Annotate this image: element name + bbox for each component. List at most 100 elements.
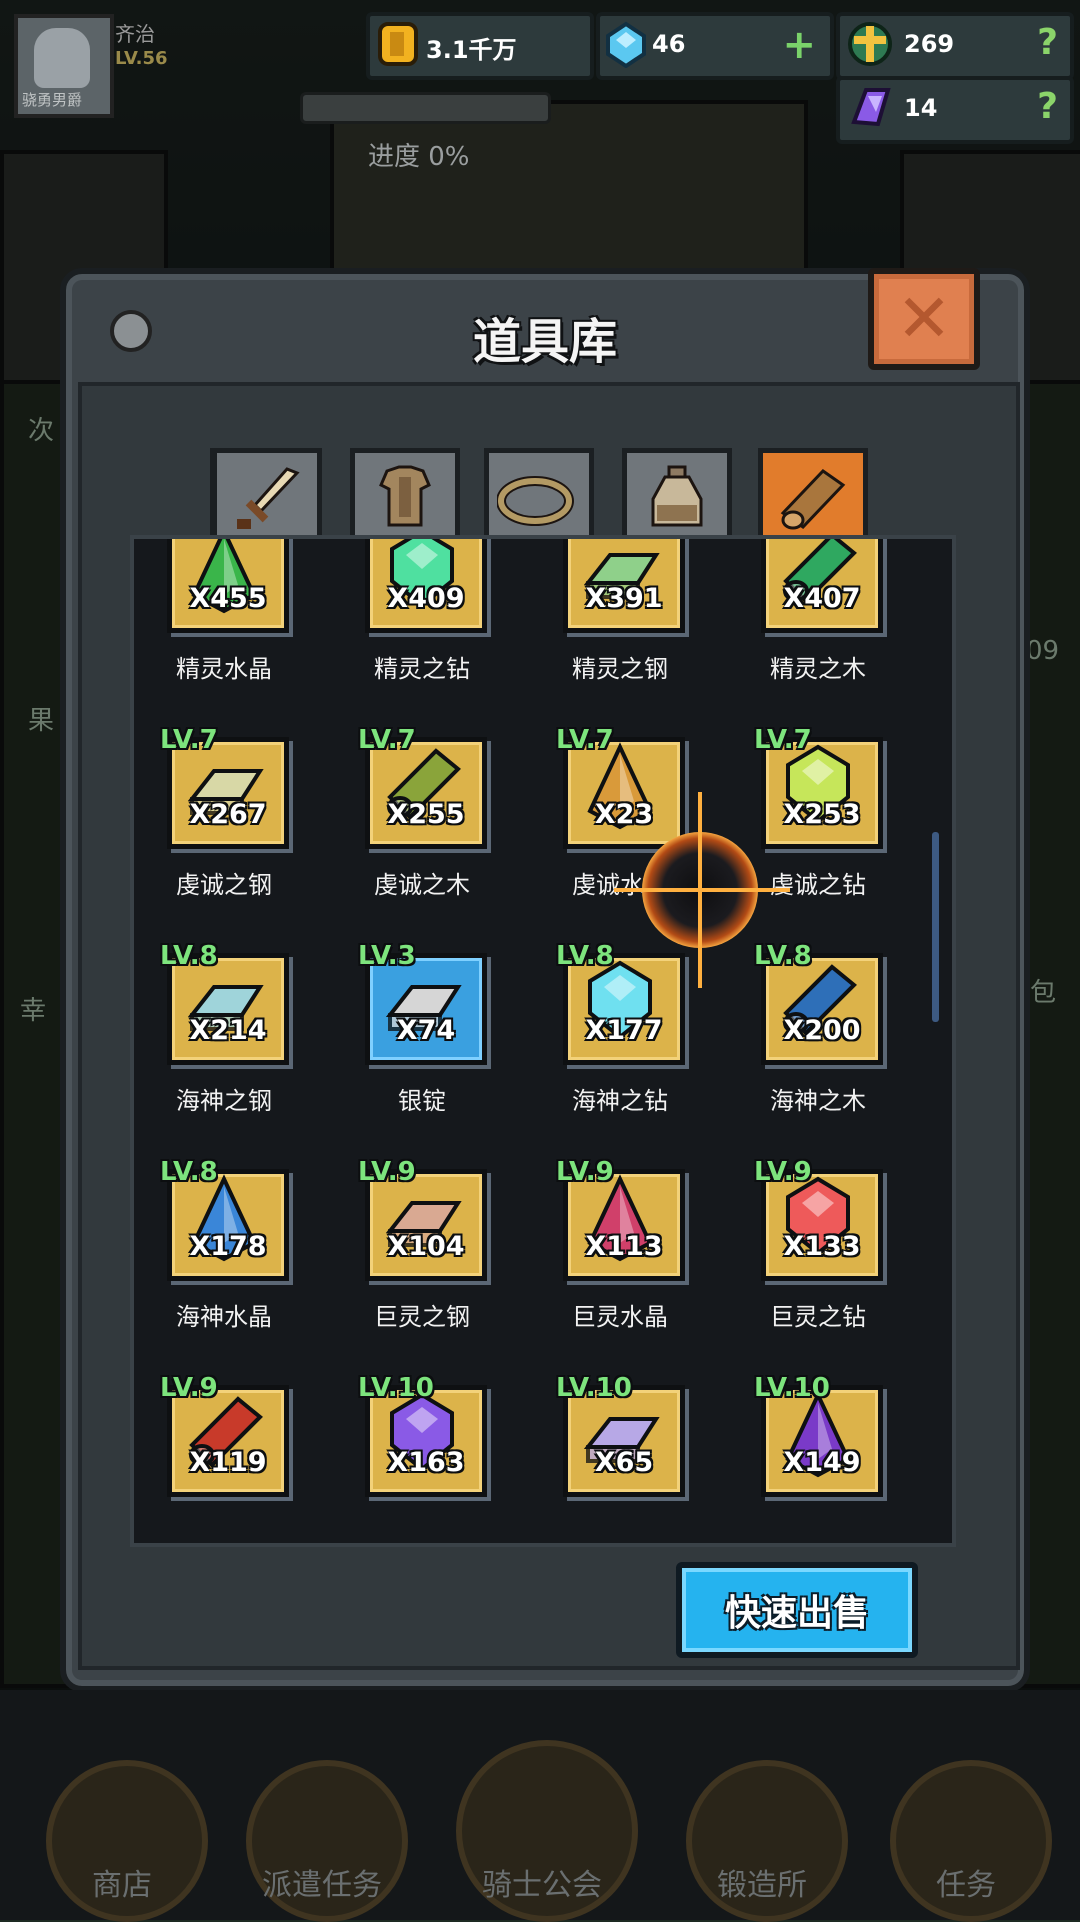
nav-quest-label: 任务 [936, 1868, 996, 1903]
inventory-item[interactable]: LV.8 X177 海神之钻 [530, 941, 700, 1163]
item-count: X200 [783, 1015, 861, 1046]
add-gems-button[interactable]: + [782, 22, 816, 68]
inventory-item[interactable]: LV.9 X119 [134, 1373, 304, 1543]
close-button[interactable]: ✕ [868, 268, 980, 370]
tab-ring[interactable] [484, 448, 594, 537]
item-count: X253 [783, 799, 861, 830]
item-count: X178 [189, 1231, 267, 1262]
inventory-item[interactable]: LV.10 X163 [332, 1373, 502, 1543]
nav-shop-label: 商店 [92, 1868, 152, 1903]
inventory-item[interactable]: LV.9 X133 巨灵之钻 [728, 1157, 898, 1379]
avatar-title: 骁勇男爵 [22, 91, 83, 109]
armor-icon [379, 465, 431, 527]
crystal-value: 14 [904, 94, 938, 122]
item-level: LV.9 [556, 1157, 614, 1187]
item-count: X65 [594, 1447, 654, 1478]
inventory-item[interactable]: LV.8 X178 海神水晶 [134, 1157, 304, 1379]
item-count: X255 [387, 799, 465, 830]
gold-cross-icon [848, 22, 892, 66]
sword-icon [237, 467, 300, 529]
nav-forge-label: 锻造所 [717, 1868, 807, 1903]
side-text: 幸 [20, 996, 47, 1026]
inventory-item[interactable]: LV.8 X200 海神之木 [728, 941, 898, 1163]
inventory-item[interactable]: LV.10 X149 [728, 1373, 898, 1543]
inventory-item[interactable]: LV.10 X65 [530, 1373, 700, 1543]
item-name: 银锭 [398, 1087, 446, 1115]
item-count: X104 [387, 1231, 465, 1262]
item-count: X214 [189, 1015, 267, 1046]
cross-help-button[interactable]: ? [1037, 22, 1058, 63]
item-name: 虔诚之木 [374, 871, 470, 899]
inventory-item[interactable]: LV.3 X74 银锭 [332, 941, 502, 1163]
item-count: X409 [387, 583, 465, 614]
inventory-item[interactable]: LV.9 X113 巨灵水晶 [530, 1157, 700, 1379]
item-name: 精灵水晶 [176, 655, 272, 683]
inventory-item[interactable]: X391 精灵之钢 [530, 539, 700, 731]
gold-value: 3.1千万 [426, 36, 517, 64]
crystal-help-button[interactable]: ? [1037, 86, 1058, 127]
item-name: 海神之钢 [176, 1087, 272, 1115]
item-level: LV.10 [358, 1373, 434, 1403]
tap-effect-ray [614, 888, 790, 892]
item-level: LV.7 [358, 725, 416, 755]
item-name: 虔诚之钢 [176, 871, 272, 899]
item-name: 海神之钻 [572, 1087, 668, 1115]
avatar-face [34, 28, 90, 88]
item-level: LV.3 [358, 941, 416, 971]
tab-potion[interactable] [622, 448, 732, 537]
item-name: 精灵之钢 [572, 655, 668, 683]
item-name: 巨灵之钻 [770, 1303, 866, 1331]
inventory-item[interactable]: LV.9 X104 巨灵之钢 [332, 1157, 502, 1379]
item-grid: X455 精灵水晶 X409 精灵之钻 X391 精灵之钢 X407 精灵之木 LV.7 X267… [130, 535, 956, 1547]
ring-icon [497, 476, 574, 526]
inventory-item[interactable]: LV.7 X255 虔诚之木 [332, 725, 502, 947]
side-text: 包 [1030, 978, 1057, 1008]
side-text: 次 [28, 416, 55, 446]
item-grid-scrollbar[interactable] [932, 832, 939, 1022]
item-level: LV.9 [754, 1157, 812, 1187]
gold-counter: 3.1千万 [366, 12, 594, 80]
item-count: X177 [585, 1015, 663, 1046]
inventory-item[interactable]: LV.7 X253 虔诚之钻 [728, 725, 898, 947]
item-level: LV.7 [754, 725, 812, 755]
potion-icon [651, 465, 703, 527]
item-count: X133 [783, 1231, 861, 1262]
item-name: 海神之木 [770, 1087, 866, 1115]
item-count: X119 [189, 1447, 267, 1478]
gem-value: 46 [652, 30, 686, 58]
close-icon: ✕ [896, 280, 952, 357]
item-name: 巨灵之钢 [374, 1303, 470, 1331]
nav-dispatch-label: 派遣任务 [262, 1868, 382, 1903]
blue-gem-icon [606, 21, 646, 68]
xp-bar [300, 92, 551, 124]
log-icon [780, 469, 846, 530]
item-count: X267 [189, 799, 267, 830]
inventory-item[interactable]: LV.7 X267 虔诚之钢 [134, 725, 304, 947]
item-count: X391 [585, 583, 663, 614]
item-count: X407 [783, 583, 861, 614]
cross-counter: 269 ? [836, 12, 1074, 80]
inventory-item[interactable]: X409 精灵之钻 [332, 539, 502, 731]
quick-sell-button[interactable]: 快速出售 [676, 1562, 918, 1658]
item-count: X23 [594, 799, 654, 830]
item-level: LV.7 [556, 725, 614, 755]
tab-armor[interactable] [350, 448, 460, 537]
inventory-item[interactable]: X455 精灵水晶 [134, 539, 304, 731]
item-name: 海神水晶 [176, 1303, 272, 1331]
cross-value: 269 [904, 30, 955, 58]
item-count: X74 [396, 1015, 456, 1046]
item-count: X455 [189, 583, 267, 614]
item-name: 精灵之木 [770, 655, 866, 683]
tab-sword[interactable] [212, 448, 322, 537]
inventory-item[interactable]: X407 精灵之木 [728, 539, 898, 731]
inventory-item[interactable]: LV.8 X214 海神之钢 [134, 941, 304, 1163]
item-count: X149 [783, 1447, 861, 1478]
item-level: LV.10 [556, 1373, 632, 1403]
tab-material[interactable] [758, 448, 868, 537]
progress-text: 进度 0% [368, 142, 470, 172]
gold-coin-icon [378, 22, 418, 66]
item-level: LV.7 [160, 725, 218, 755]
item-level: LV.8 [160, 941, 218, 971]
side-text: 果 [28, 706, 55, 736]
player-avatar[interactable]: 骁勇男爵 [14, 14, 114, 118]
